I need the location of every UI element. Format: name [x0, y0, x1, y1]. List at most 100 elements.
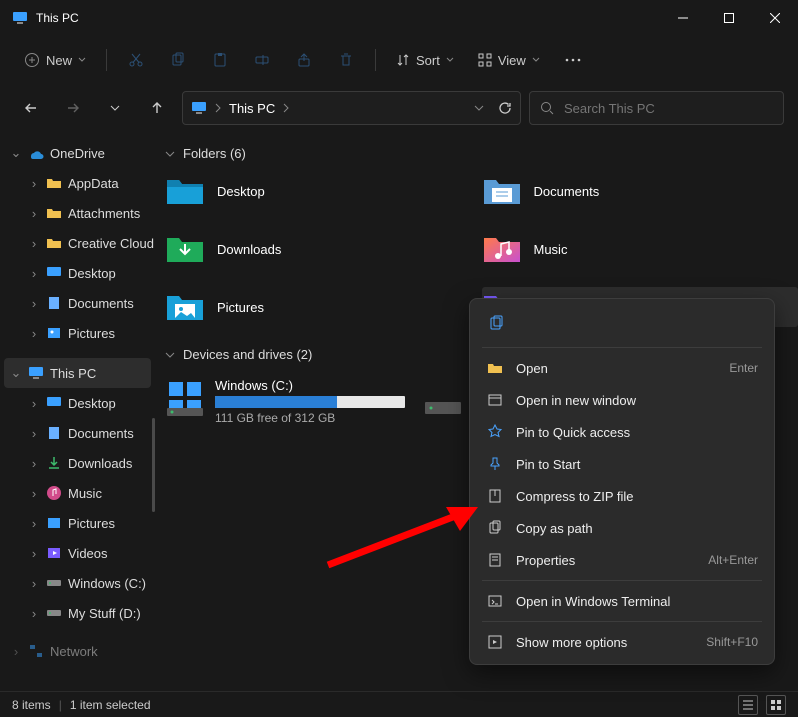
folder-downloads[interactable]: Downloads: [165, 229, 482, 269]
view-button[interactable]: View: [468, 43, 550, 77]
sidebar-item-desktop[interactable]: ›Desktop: [0, 258, 155, 288]
drive-c[interactable]: Windows (C:) 111 GB free of 312 GB: [165, 378, 405, 425]
chevron-right-icon[interactable]: ›: [28, 326, 40, 341]
sidebar-item-pc-downloads[interactable]: › Downloads: [0, 448, 155, 478]
chevron-right-icon[interactable]: ›: [28, 486, 40, 501]
sidebar-item-pc-c[interactable]: ›Windows (C:): [0, 568, 155, 598]
ctx-properties[interactable]: Properties Alt+Enter: [476, 544, 768, 576]
drive-bar-fill: [215, 396, 337, 408]
group-label: Folders (6): [183, 146, 246, 161]
sidebar-item-label: Videos: [68, 546, 108, 561]
chevron-right-icon[interactable]: ›: [28, 296, 40, 311]
forward-button[interactable]: [56, 91, 90, 125]
sidebar-item-label: Downloads: [68, 456, 132, 471]
sidebar-item-creative[interactable]: ›Creative Cloud: [0, 228, 155, 258]
group-header-folders[interactable]: Folders (6): [165, 140, 798, 171]
chevron-right-icon[interactable]: ›: [28, 456, 40, 471]
sidebar-item-pictures[interactable]: ›Pictures: [0, 318, 155, 348]
chevron-right-icon[interactable]: ›: [10, 644, 22, 659]
ctx-open[interactable]: Open Enter: [476, 352, 768, 384]
rename-icon: [254, 52, 270, 68]
details-view-button[interactable]: [738, 695, 758, 715]
delete-button[interactable]: [327, 43, 365, 77]
folder-icon: [46, 205, 62, 221]
chevron-right-icon[interactable]: ›: [28, 426, 40, 441]
chevron-right-icon[interactable]: ›: [28, 176, 40, 191]
ctx-show-more[interactable]: Show more options Shift+F10: [476, 626, 768, 658]
chevron-right-icon[interactable]: ›: [28, 236, 40, 251]
pictures-icon: [46, 515, 62, 531]
context-menu[interactable]: Open Enter Open in new window Pin to Qui…: [469, 298, 775, 665]
more-icon: [486, 633, 504, 651]
ctx-pin-start[interactable]: Pin to Start: [476, 448, 768, 480]
new-label: New: [46, 53, 72, 68]
breadcrumb-root[interactable]: This PC: [229, 101, 275, 116]
search-box[interactable]: [529, 91, 784, 125]
view-label: View: [498, 53, 526, 68]
sidebar-item-pc-d[interactable]: ›My Stuff (D:): [0, 598, 155, 628]
chevron-down-icon[interactable]: ⌄: [10, 365, 22, 381]
ctx-terminal[interactable]: Open in Windows Terminal: [476, 585, 768, 617]
up-button[interactable]: [140, 91, 174, 125]
chevron-right-icon[interactable]: ›: [28, 516, 40, 531]
sidebar-item-onedrive[interactable]: ⌄ OneDrive: [0, 138, 155, 168]
sidebar-item-thispc[interactable]: ⌄ This PC: [4, 358, 151, 388]
sort-button[interactable]: Sort: [386, 43, 464, 77]
ctx-zip[interactable]: Compress to ZIP file: [476, 480, 768, 512]
sidebar-item-pc-videos[interactable]: › Videos: [0, 538, 155, 568]
sidebar-item-appdata[interactable]: › AppData: [0, 168, 155, 198]
downloads-icon: [46, 455, 62, 471]
paste-button[interactable]: [201, 43, 239, 77]
copy-button[interactable]: [482, 309, 510, 337]
sidebar-item-pc-music[interactable]: ›Music: [0, 478, 155, 508]
search-input[interactable]: [564, 101, 773, 116]
sidebar-item-attachments[interactable]: ›Attachments: [0, 198, 155, 228]
sidebar-item-pc-pictures[interactable]: ›Pictures: [0, 508, 155, 538]
refresh-icon[interactable]: [498, 101, 512, 115]
chevron-down-icon: [165, 350, 175, 360]
ctx-pin-quick[interactable]: Pin to Quick access: [476, 416, 768, 448]
share-button[interactable]: [285, 43, 323, 77]
navbar: This PC: [0, 84, 798, 132]
chevron-right-icon[interactable]: ›: [28, 266, 40, 281]
ctx-open-new-window[interactable]: Open in new window: [476, 384, 768, 416]
folder-label: Pictures: [217, 300, 264, 315]
music-icon: [46, 485, 62, 501]
cut-button[interactable]: [117, 43, 155, 77]
address-bar[interactable]: This PC: [182, 91, 521, 125]
chevron-right-icon[interactable]: ›: [28, 606, 40, 621]
back-button[interactable]: [14, 91, 48, 125]
copy-button[interactable]: [159, 43, 197, 77]
sidebar-item-network[interactable]: ›Network: [0, 636, 155, 666]
new-window-icon: [486, 391, 504, 409]
maximize-button[interactable]: [706, 0, 752, 36]
group-label: Devices and drives (2): [183, 347, 312, 362]
sidebar-item-documents[interactable]: ›Documents: [0, 288, 155, 318]
minimize-button[interactable]: [660, 0, 706, 36]
folder-documents[interactable]: Documents: [482, 171, 798, 211]
sidebar-item-label: AppData: [68, 176, 119, 191]
new-button[interactable]: New: [14, 43, 96, 77]
folder-music[interactable]: Music: [482, 229, 798, 269]
chevron-right-icon[interactable]: ›: [28, 576, 40, 591]
separator: [482, 580, 762, 581]
folder-desktop[interactable]: Desktop: [165, 171, 482, 211]
chevron-right-icon[interactable]: ›: [28, 206, 40, 221]
navigation-pane[interactable]: ⌄ OneDrive › AppData ›Attachments ›Creati…: [0, 132, 155, 691]
sidebar-item-pc-documents[interactable]: ›Documents: [0, 418, 155, 448]
close-button[interactable]: [752, 0, 798, 36]
sidebar-item-pc-desktop[interactable]: ›Desktop: [0, 388, 155, 418]
chevron-right-icon[interactable]: ›: [28, 396, 40, 411]
drive-d[interactable]: [423, 378, 463, 425]
chevron-down-icon[interactable]: ⌄: [10, 145, 22, 161]
ctx-copy-path[interactable]: Copy as path: [476, 512, 768, 544]
recent-button[interactable]: [98, 91, 132, 125]
chevron-down-icon[interactable]: [474, 103, 484, 113]
separator: [106, 49, 107, 71]
more-button[interactable]: [554, 43, 592, 77]
chevron-right-icon[interactable]: ›: [28, 546, 40, 561]
tiles-view-button[interactable]: [766, 695, 786, 715]
folder-pictures[interactable]: Pictures: [165, 287, 482, 327]
onedrive-icon: [28, 145, 44, 161]
rename-button[interactable]: [243, 43, 281, 77]
